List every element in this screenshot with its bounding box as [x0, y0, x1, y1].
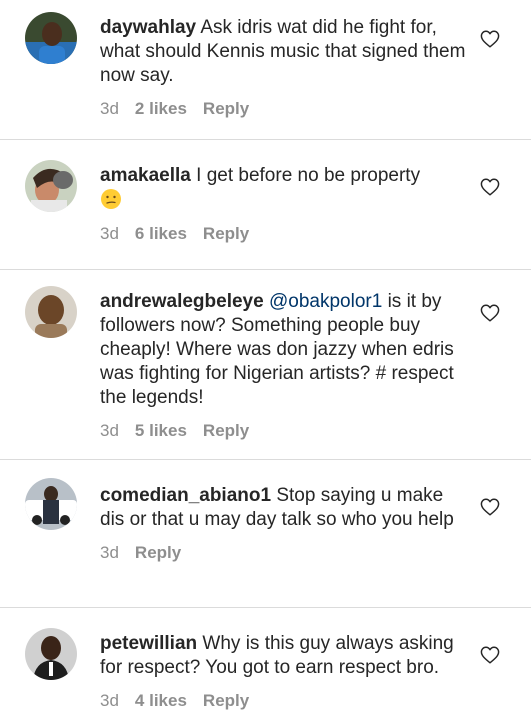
- avatar[interactable]: [25, 12, 77, 64]
- comment-item: daywahlay Ask idris wat did he fight for…: [0, 0, 531, 140]
- comment-time: 3d: [100, 99, 119, 118]
- comment-meta: 3d 5 likes Reply: [100, 420, 470, 442]
- heart-outline-icon[interactable]: [480, 178, 500, 196]
- heart-outline-icon[interactable]: [480, 498, 500, 516]
- comment-likes[interactable]: 5 likes: [135, 420, 187, 442]
- comment-item: comedian_abiano1 Stop saying u make dis …: [0, 460, 531, 608]
- heart-outline-icon[interactable]: [480, 30, 500, 48]
- avatar[interactable]: [25, 160, 77, 212]
- comment-body: daywahlay Ask idris wat did he fight for…: [100, 16, 470, 120]
- comment-time: 3d: [100, 224, 119, 243]
- comment-item: amakaella I get before no be property 3d…: [0, 140, 531, 270]
- comment-mention[interactable]: @obakpolor1: [269, 291, 382, 312]
- comment-username[interactable]: andrewalegbeleye: [100, 291, 264, 312]
- reply-button[interactable]: Reply: [135, 542, 181, 564]
- comment-body: amakaella I get before no be property 3d…: [100, 164, 470, 245]
- avatar[interactable]: [25, 286, 77, 338]
- heart-outline-icon[interactable]: [480, 646, 500, 664]
- comment-username[interactable]: comedian_abiano1: [100, 485, 271, 506]
- comment-body: petewillian Why is this guy always askin…: [100, 632, 470, 712]
- comment-content: I get before no be property: [196, 165, 421, 186]
- reply-button[interactable]: Reply: [203, 98, 249, 120]
- comment-time: 3d: [100, 691, 119, 710]
- comment-text: daywahlay Ask idris wat did he fight for…: [100, 16, 470, 88]
- comments-list: daywahlay Ask idris wat did he fight for…: [0, 0, 531, 720]
- comment-likes[interactable]: 2 likes: [135, 98, 187, 120]
- smirking-face-icon: [101, 189, 121, 209]
- comment-username[interactable]: petewillian: [100, 633, 197, 654]
- comment-username[interactable]: daywahlay: [100, 17, 196, 38]
- comment-text: andrewalegbeleye @obakpolor1 is it by fo…: [100, 290, 470, 410]
- comment-meta: 3d Reply: [100, 542, 470, 564]
- comment-body: comedian_abiano1 Stop saying u make dis …: [100, 484, 470, 564]
- comment-likes[interactable]: 6 likes: [135, 223, 187, 245]
- comment-meta: 3d 6 likes Reply: [100, 223, 470, 245]
- avatar[interactable]: [25, 628, 77, 680]
- heart-outline-icon[interactable]: [480, 304, 500, 322]
- comment-text: petewillian Why is this guy always askin…: [100, 632, 470, 680]
- comment-time: 3d: [100, 421, 119, 440]
- comment-username[interactable]: amakaella: [100, 165, 191, 186]
- comment-text: comedian_abiano1 Stop saying u make dis …: [100, 484, 470, 532]
- comment-item: petewillian Why is this guy always askin…: [0, 608, 531, 720]
- reply-button[interactable]: Reply: [203, 690, 249, 712]
- comment-likes[interactable]: 4 likes: [135, 690, 187, 712]
- reply-button[interactable]: Reply: [203, 420, 249, 442]
- avatar[interactable]: [25, 478, 77, 530]
- reply-button[interactable]: Reply: [203, 223, 249, 245]
- comment-body: andrewalegbeleye @obakpolor1 is it by fo…: [100, 290, 470, 442]
- comment-time: 3d: [100, 543, 119, 562]
- comment-meta: 3d 4 likes Reply: [100, 690, 470, 712]
- comment-text: amakaella I get before no be property: [100, 164, 470, 213]
- comment-item: andrewalegbeleye @obakpolor1 is it by fo…: [0, 270, 531, 460]
- comment-meta: 3d 2 likes Reply: [100, 98, 470, 120]
